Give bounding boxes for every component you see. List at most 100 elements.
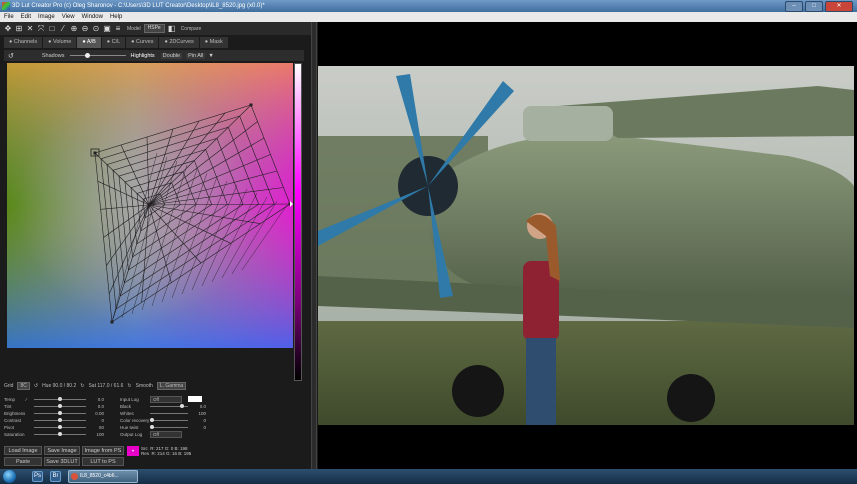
field (318, 321, 854, 425)
menu-icon[interactable]: ≡ (114, 24, 122, 33)
lightness-strip[interactable] (294, 63, 302, 381)
grid-select[interactable]: 8C (17, 382, 30, 390)
taskbar-task[interactable]: IL8_8520_c4b6... (68, 470, 138, 483)
param-slider[interactable] (34, 431, 86, 436)
menu-help[interactable]: Help (110, 12, 122, 22)
maximize-button[interactable]: □ (805, 1, 823, 12)
window-title: 3D Lut Creator Pro (c) Oleg Sharonov - C… (12, 3, 265, 9)
ab-color-space[interactable] (7, 63, 293, 348)
menu-window[interactable]: Window (82, 12, 103, 22)
bridge-icon[interactable]: Br (50, 471, 61, 482)
shadows-highlights-slider[interactable] (69, 53, 126, 58)
reset-icon[interactable]: ↺ (8, 52, 14, 60)
tab-label: A/B (86, 39, 96, 45)
double-button[interactable]: Double (160, 52, 183, 59)
param-label: Input Log (120, 396, 139, 402)
param-slider[interactable] (150, 412, 188, 414)
slider-knob[interactable] (150, 417, 154, 422)
lut-to-ps-button[interactable]: LUT to PS (82, 457, 124, 466)
param-label: Tint (4, 403, 12, 409)
tab-mask[interactable]: ● Mask (199, 37, 228, 48)
tab-volume[interactable]: ● Volume (43, 37, 77, 48)
close-button[interactable]: ✕ (825, 1, 853, 12)
menu-edit[interactable]: Edit (21, 12, 31, 22)
param-slider[interactable] (150, 417, 188, 422)
reset-icon[interactable]: ↺ (34, 383, 38, 389)
param-slider[interactable] (34, 396, 86, 401)
tab-label: Curves (136, 39, 154, 45)
slider-knob[interactable] (84, 53, 90, 58)
slider-knob[interactable] (58, 424, 62, 429)
param-slider[interactable] (34, 417, 86, 422)
pin-all-button[interactable]: Pin All (186, 52, 206, 59)
highlights-label: Highlights (130, 52, 155, 59)
cross-icon[interactable]: ✕ (26, 24, 34, 33)
menu-image[interactable]: Image (38, 12, 55, 22)
param-slider[interactable] (150, 403, 188, 408)
output-log-select[interactable]: Off (150, 430, 182, 438)
grid-icon[interactable]: ⊞ (15, 24, 23, 33)
slider-knob[interactable] (58, 431, 62, 436)
menu-file[interactable]: File (4, 12, 14, 22)
param-slider[interactable] (150, 424, 188, 429)
tab-label: C/L (111, 39, 121, 45)
compare-label[interactable]: Compare (181, 26, 202, 32)
slider-knob[interactable] (180, 403, 184, 408)
grid-node[interactable] (147, 203, 151, 207)
param-slider[interactable] (34, 424, 86, 429)
tab-cl[interactable]: ● C/L (101, 37, 126, 48)
grid-node[interactable] (110, 320, 114, 324)
start-orb-icon[interactable] (3, 470, 16, 483)
grid-node[interactable] (93, 151, 97, 155)
sync-icon[interactable]: ↻ (127, 383, 131, 389)
sync-icon[interactable]: ↻ (80, 383, 84, 389)
tab-2dcurves[interactable]: ● 2DCurves (159, 37, 199, 48)
zoom-icon[interactable]: ⊙ (92, 24, 100, 33)
param-value: 100 (96, 431, 104, 437)
gamma-select[interactable]: L. Gamma (156, 382, 187, 390)
slider-knob[interactable] (58, 403, 62, 408)
param-label: Pivot (4, 424, 15, 430)
shadows-highlights-bar: ↺ Shadows Highlights Double Pin All ▼ (4, 50, 304, 61)
slider-knob[interactable] (58, 410, 62, 415)
settings-icon[interactable]: ▣ (103, 24, 111, 33)
image-from-ps-button[interactable]: Image from PS (82, 446, 124, 455)
panel-splitter[interactable] (311, 22, 317, 469)
paste-button[interactable]: Paste (4, 457, 42, 466)
slider-knob[interactable] (58, 396, 62, 401)
zoom-in-icon[interactable]: ⊕ (70, 24, 78, 33)
grid-node[interactable] (249, 103, 253, 107)
model-label: Model (127, 25, 141, 32)
smooth-button[interactable]: Smooth (136, 383, 153, 389)
tab-ab[interactable]: ● A/B (77, 37, 101, 48)
tab-curves[interactable]: ● Curves (126, 37, 159, 48)
param-slider[interactable] (34, 410, 86, 415)
eyedropper-icon[interactable]: ⁄ (26, 397, 34, 402)
param-slider[interactable] (34, 403, 86, 408)
model-select[interactable]: HSPe (143, 24, 165, 33)
dropdown-icon[interactable]: ▼ (208, 53, 213, 59)
minimize-button[interactable]: – (785, 1, 803, 12)
zoom-out-icon[interactable]: ⊖ (81, 24, 89, 33)
param-row-contrast: Contrast 0 (4, 417, 104, 423)
move-icon[interactable]: ✥ (4, 24, 12, 33)
load-image-button[interactable]: Load Image (4, 446, 42, 455)
slider-knob[interactable] (58, 417, 62, 422)
select-icon[interactable]: □ (48, 24, 56, 33)
photoshop-icon[interactable]: Ps (32, 471, 43, 482)
compare-icon[interactable]: ◧ (168, 24, 176, 33)
slider-knob[interactable] (150, 424, 154, 429)
color-swatch[interactable]: ⌖ (127, 446, 139, 456)
save-image-button[interactable]: Save Image (44, 446, 80, 455)
param-value: 50 (98, 424, 104, 430)
parameters-panel: Temp ⁄ 0.0 Tint 0.0 Brightness 0.00 Cont… (4, 395, 304, 442)
input-log-select[interactable]: Off (150, 395, 182, 403)
fit-icon[interactable]: ⤧ (37, 24, 45, 33)
tab-channels[interactable]: ● Channels (4, 37, 43, 48)
menu-view[interactable]: View (62, 12, 75, 22)
mode-tabs: ● Channels ● Volume ● A/B ● C/L ● Curves… (0, 37, 312, 48)
eyedropper-icon[interactable]: ⁄ (59, 24, 67, 33)
white-swatch[interactable] (188, 396, 202, 402)
grid-bar: Grid 8C ↺ Hue 90.0 / 80.2 ↻ Sat 117.0 / … (4, 381, 304, 391)
save-3dlut-button[interactable]: Save 3DLUT (44, 457, 80, 466)
